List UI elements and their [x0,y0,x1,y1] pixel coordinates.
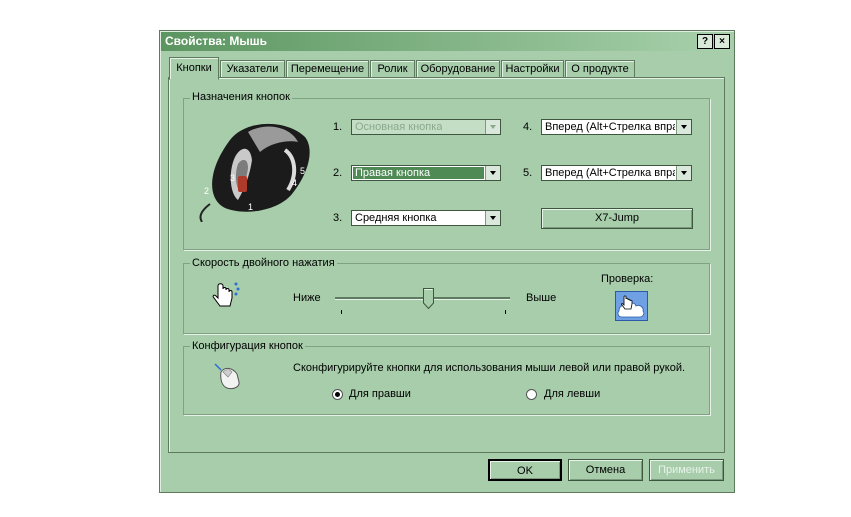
config-group [183,346,710,415]
left-hand-label[interactable]: Для левши [544,388,600,400]
assign-num-2: 2. [333,167,343,179]
chevron-down-icon[interactable] [485,166,500,180]
close-button[interactable]: × [714,34,730,49]
tab-buttons[interactable]: Кнопки [169,57,219,80]
assign-num-4: 4. [523,121,533,133]
left-hand-radio[interactable] [526,389,537,400]
button3-combo[interactable]: Средняя кнопка [351,210,501,226]
assign-num-1: 1. [333,121,343,133]
x7-jump-button[interactable]: X7-Jump [541,208,693,229]
mouse-image: 2 3 5 4 1 [199,123,310,222]
button2-value: Правая кнопка [353,167,484,179]
window-title: Свойства: Мышь [165,34,267,48]
tab-settings[interactable]: Настройки [501,60,564,78]
button4-combo[interactable]: Вперед (Alt+Стрелка впра [541,119,692,135]
speed-fast-label: Выше [526,292,557,304]
button3-value: Средняя кнопка [355,212,437,224]
config-group-label: Конфигурация кнопок [190,340,305,352]
help-button[interactable]: ? [697,34,713,49]
mouse-num-3: 3 [230,173,235,183]
test-label: Проверка: [601,273,654,285]
assign-num-3: 3. [333,212,343,224]
mouse-num-5: 5 [300,166,305,176]
speed-slider-thumb[interactable] [422,288,434,309]
assign-group-label: Назначения кнопок [190,91,292,103]
mouse-num-2: 2 [204,186,209,196]
right-hand-radio[interactable] [332,389,343,400]
double-click-group-label: Скорость двойного нажатия [190,257,337,269]
chevron-down-icon[interactable] [676,166,691,180]
button5-combo[interactable]: Вперед (Alt+Стрелка впра [541,165,692,181]
test-area-icon[interactable] [615,291,648,321]
config-description: Сконфигурируйте кнопки для использования… [293,362,686,374]
assign-num-5: 5. [523,167,533,179]
right-hand-label[interactable]: Для правши [349,388,411,400]
tab-motion[interactable]: Перемещение [286,60,369,78]
chevron-down-icon[interactable] [485,211,500,225]
mouse-num-4: 4 [292,178,297,188]
button2-combo[interactable]: Правая кнопка [351,165,501,181]
button1-combo[interactable]: Основная кнопка [351,119,501,135]
mouse-icon [214,363,240,390]
tab-wheel[interactable]: Ролик [370,60,415,78]
mouse-num-1: 1 [248,202,253,212]
tab-about[interactable]: О продукте [565,60,635,78]
chevron-down-icon[interactable] [485,120,500,134]
button5-value: Вперед (Alt+Стрелка впра [545,167,675,179]
pointer-hand-icon [212,282,240,307]
button4-value: Вперед (Alt+Стрелка впра [545,121,675,133]
ok-button[interactable]: OK [488,459,562,481]
slider-tick-max [505,310,506,314]
cancel-button[interactable]: Отмена [568,459,643,481]
apply-button[interactable]: Применить [649,459,724,481]
slider-tick-min [341,310,342,314]
chevron-down-icon[interactable] [676,120,691,134]
tab-hardware[interactable]: Оборудование [416,60,500,78]
button1-value: Основная кнопка [355,121,443,133]
tab-pointers[interactable]: Указатели [220,60,285,78]
speed-slow-label: Ниже [293,292,321,304]
